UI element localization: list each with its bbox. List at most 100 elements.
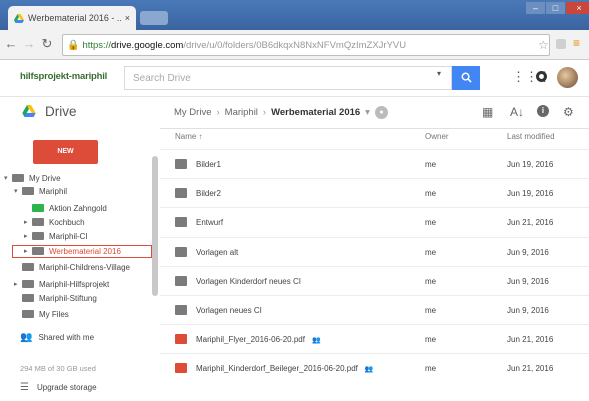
folder-icon <box>22 310 34 318</box>
file-owner: me <box>425 364 437 374</box>
table-row[interactable]: Mariphil_Flyer_2016-06-20.pdf 👥 me Jun 21, … <box>160 324 589 354</box>
info-icon[interactable]: i <box>537 105 549 117</box>
sidebar-tree-item[interactable]: Aktion Zahngold <box>24 202 107 214</box>
file-name: Bilder1 <box>196 160 221 169</box>
expand-right-icon[interactable]: ▸ <box>24 232 32 240</box>
notifications-icon[interactable] <box>536 71 547 82</box>
column-header-modified[interactable]: Last modified <box>507 132 555 141</box>
table-row[interactable]: Vorlagen neues CI me Jun 9, 2016 <box>160 295 589 325</box>
column-header-name[interactable]: Name ↑ <box>175 132 203 141</box>
pdf-file-icon <box>175 334 187 345</box>
sort-az-icon[interactable]: A↓ <box>510 105 524 119</box>
bookmark-star-icon[interactable]: ☆ <box>538 38 549 52</box>
grid-view-icon[interactable]: ▦ <box>482 105 493 119</box>
search-input[interactable]: Search Drive <box>124 66 452 90</box>
google-bar: hilfsprojekt-mariphil Search Drive ▾ ⋮⋮⋮ <box>0 60 589 97</box>
upgrade-storage-link[interactable]: ☰ Upgrade storage <box>20 382 97 393</box>
minimize-icon[interactable]: – <box>526 2 545 14</box>
extension-icon[interactable] <box>556 39 566 49</box>
url-domain: drive.google.com <box>110 39 184 51</box>
table-row[interactable]: Mariphil_Kinderdorf_Beileger_2016-06-20.… <box>160 353 589 383</box>
breadcrumb-current[interactable]: Werbematerial 2016 <box>271 107 360 118</box>
url-path: /drive/u/0/folders/0B6dkqxN8NxNFVmQzImZX… <box>183 39 407 51</box>
breadcrumb-mariphil[interactable]: Mariphil <box>225 107 258 118</box>
file-name-text: Vorlagen alt <box>196 247 239 257</box>
storage-usage: 294 MB of 30 GB used <box>20 364 96 373</box>
avatar[interactable] <box>557 67 578 88</box>
chevron-right-icon: › <box>262 107 267 118</box>
sidebar-scrollbar[interactable] <box>152 156 158 296</box>
file-owner: me <box>425 160 437 169</box>
sidebar-tree-item[interactable]: ▸ Werbematerial 2016 <box>24 245 121 257</box>
file-modified: Jun 9, 2016 <box>507 247 549 257</box>
file-name-text: Vorlagen Kinderdorf neues CI <box>196 276 301 286</box>
maximize-icon[interactable]: □ <box>546 2 565 14</box>
settings-gear-icon[interactable]: ⚙ <box>563 105 574 119</box>
folder-icon <box>32 232 44 240</box>
shared-people-icon[interactable]: ● <box>374 106 388 119</box>
new-button[interactable]: NEW <box>33 140 98 164</box>
expand-right-icon[interactable]: ▸ <box>24 247 32 255</box>
file-owner: me <box>425 189 437 199</box>
forward-icon[interactable]: → <box>22 36 36 51</box>
file-owner: me <box>425 247 437 257</box>
folder-icon <box>175 159 187 169</box>
sidebar-tree-item[interactable]: Mariphil-Stiftung <box>14 292 97 304</box>
chevron-down-icon[interactable]: ▾ <box>365 107 370 118</box>
back-icon[interactable]: ← <box>4 36 18 51</box>
file-modified: Jun 21, 2016 <box>507 364 554 374</box>
table-row[interactable]: Bilder1 me Jun 19, 2016 <box>160 149 589 179</box>
menu-icon[interactable]: ≡ <box>573 37 580 49</box>
drive-favicon-icon <box>14 13 24 23</box>
sidebar-tree-label: Mariphil-Childrens-Village <box>39 262 130 272</box>
reload-icon[interactable]: ↻ <box>40 36 54 52</box>
search-options-icon[interactable]: ▾ <box>437 69 441 78</box>
sidebar-tree-item[interactable]: ▾ Mariphil <box>14 185 67 197</box>
storage-icon: ☰ <box>20 382 29 393</box>
column-header-owner[interactable]: Owner <box>425 132 449 141</box>
new-tab-button[interactable] <box>140 11 168 25</box>
sidebar-tree-label: My Drive <box>29 173 61 183</box>
shared-with-me-item[interactable]: 👥 Shared with me <box>20 331 94 343</box>
sidebar-tree-label: Mariphil-Stiftung <box>39 293 97 303</box>
folder-icon <box>32 204 44 212</box>
shared-icon: 👥 <box>364 366 374 374</box>
sidebar-tree-item[interactable]: Mariphil-Childrens-Village <box>14 261 130 273</box>
drive-title[interactable]: Drive <box>45 104 77 119</box>
expand-down-icon[interactable]: ▾ <box>14 187 22 195</box>
org-logo[interactable]: hilfsprojekt-mariphil <box>20 71 107 82</box>
sidebar: NEW ▾ My Drive ▾ Mariphil Aktion Zahngold ▸ Ko… <box>0 128 160 401</box>
file-modified: Jun 9, 2016 <box>507 306 549 315</box>
expand-right-icon[interactable]: ▸ <box>14 280 22 288</box>
file-owner: me <box>425 306 437 315</box>
search-button[interactable] <box>452 66 480 90</box>
sidebar-tree-item[interactable]: ▾ My Drive <box>4 172 61 184</box>
breadcrumb-my-drive[interactable]: My Drive <box>174 107 211 118</box>
file-name-text: Entwurf <box>196 218 224 228</box>
window-controls: – □ × <box>526 2 589 14</box>
browser-tab[interactable]: Werbematerial 2016 - ... × <box>8 6 136 30</box>
sidebar-tree-item[interactable]: ▸ Mariphil-CI <box>24 230 88 242</box>
url-input[interactable]: 🔒 https:// drive.google.com /drive/u/0/f… <box>62 34 550 56</box>
search-icon <box>461 72 472 83</box>
folder-icon <box>32 247 44 255</box>
tab-close-icon[interactable]: × <box>125 13 130 23</box>
table-row[interactable]: Vorlagen Kinderdorf neues CI me Jun 9, 201… <box>160 265 589 296</box>
lock-icon: 🔒 <box>67 39 80 51</box>
file-name: Vorlagen alt <box>196 248 238 257</box>
file-name: Bilder2 <box>196 189 221 198</box>
folder-icon <box>32 218 44 226</box>
expand-down-icon[interactable]: ▾ <box>4 174 12 182</box>
sidebar-tree-item[interactable]: ▸ Mariphil-Hilfsprojekt <box>14 278 109 290</box>
table-row[interactable]: Entwurf me Jun 21, 2016 <box>160 207 589 237</box>
expand-right-icon[interactable]: ▸ <box>24 218 32 226</box>
table-row[interactable]: Bilder2 me Jun 19, 2016 <box>160 178 589 208</box>
shared-with-me-label: Shared with me <box>38 332 95 342</box>
sidebar-tree-item[interactable]: ▸ Kochbuch <box>24 216 85 228</box>
drive-header: Drive My Drive › Mariphil › Werbemateria… <box>0 96 589 129</box>
sidebar-tree-label: Mariphil <box>39 186 68 196</box>
table-row[interactable]: Vorlagen alt me Jun 9, 2016 <box>160 236 589 267</box>
sidebar-tree-item[interactable]: My Files <box>14 308 69 320</box>
file-modified: Jun 19, 2016 <box>507 160 554 169</box>
close-window-icon[interactable]: × <box>566 2 589 14</box>
